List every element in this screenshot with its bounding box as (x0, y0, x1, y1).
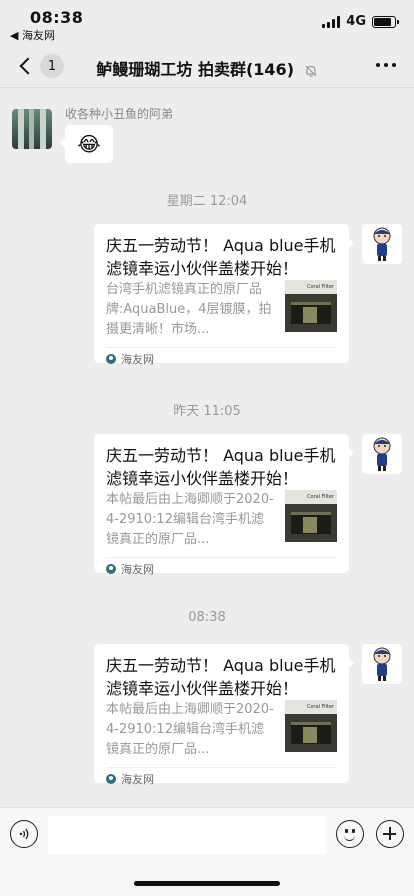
card-title: 庆五一劳动节！ Aqua blue手机滤镜幸运小伙伴盖楼开始！ (106, 236, 336, 278)
card-source: 海友网 (106, 771, 154, 787)
card-description: 本帖最后由上海卿顺于2020-4-2910:12编辑台湾手机滤镜真正的原厂品..… (106, 702, 274, 757)
signal-icon (322, 15, 341, 28)
card-thumbnail: Coral Filter (285, 280, 337, 332)
chat-title-text: 鲈鳗珊瑚工坊 拍卖群(146) (96, 60, 295, 79)
emoji-button[interactable] (336, 820, 364, 848)
ellipsis-icon-dot (392, 63, 396, 67)
card-title: 庆五一劳动节！ Aqua blue手机滤镜幸运小伙伴盖楼开始！ (106, 446, 336, 488)
source-name: 海友网 (121, 563, 154, 576)
home-indicator[interactable] (134, 881, 280, 886)
emoji-icon-mouth (344, 835, 355, 841)
card-source: 海友网 (106, 561, 154, 577)
message-list[interactable]: 收各种小丑鱼的阿弟 😂 星期二 12:04 庆五一劳动节！ Aqua blue手… (0, 89, 414, 807)
card-description: 本帖最后由上海卿顺于2020-4-2910:12编辑台湾手机滤镜真正的原厂品..… (106, 492, 274, 547)
thumbnail-label: Coral Filter (285, 700, 337, 714)
bell-slash-icon (305, 65, 317, 77)
my-avatar[interactable] (362, 644, 402, 684)
cartoon-avatar-icon (373, 227, 391, 261)
card-title: 庆五一劳动节！ Aqua blue手机滤镜幸运小伙伴盖楼开始！ (106, 656, 336, 698)
source-app-icon (106, 564, 116, 574)
card-divider (106, 557, 337, 558)
status-indicators: 4G (322, 14, 399, 29)
battery-level (374, 17, 391, 26)
cartoon-avatar-icon (373, 437, 391, 471)
network-type: 4G (346, 14, 366, 29)
card-description: 台湾手机滤镜真正的原厂品牌:AquaBlue，4层镀膜，拍摄更清晰！市场... (106, 282, 272, 337)
message-input[interactable] (48, 816, 326, 854)
unread-count-badge: 1 (40, 54, 64, 78)
status-bar: 08:38 ◀ 海友网 4G (0, 0, 414, 44)
voice-button[interactable] (10, 820, 38, 848)
emoji-icon-eye (345, 829, 348, 833)
card-divider (106, 347, 337, 348)
my-avatar[interactable] (362, 224, 402, 264)
emoji-icon-eye (352, 829, 355, 833)
card-thumbnail: Coral Filter (285, 700, 337, 752)
plus-button[interactable] (376, 820, 404, 848)
source-app-icon (106, 774, 116, 784)
chat-title: 鲈鳗珊瑚工坊 拍卖群(146) (70, 56, 344, 80)
cartoon-avatar-icon (373, 647, 391, 681)
source-name: 海友网 (121, 773, 154, 786)
back-button[interactable]: 1 (14, 52, 64, 80)
message-timestamp: 星期二 12:04 (166, 194, 248, 209)
thumbnail-label: Coral Filter (285, 280, 337, 294)
emoji-message-bubble[interactable]: 😂 (60, 125, 113, 163)
voice-icon (19, 828, 29, 840)
ellipsis-icon-dot (376, 63, 380, 67)
more-options-button[interactable] (376, 63, 396, 67)
my-avatar[interactable] (362, 434, 402, 474)
link-card[interactable]: 庆五一劳动节！ Aqua blue手机滤镜幸运小伙伴盖楼开始！ 台湾手机滤镜真正… (94, 224, 354, 366)
message-timestamp: 08:38 (188, 610, 226, 625)
link-card[interactable]: 庆五一劳动节！ Aqua blue手机滤镜幸运小伙伴盖楼开始！ 本帖最后由上海卿… (94, 434, 354, 576)
source-app-icon (106, 354, 116, 364)
card-thumbnail: Coral Filter (285, 490, 337, 542)
thumbnail-label: Coral Filter (285, 490, 337, 504)
chat-header: 1 鲈鳗珊瑚工坊 拍卖群(146) (0, 44, 414, 88)
sender-avatar[interactable] (12, 109, 52, 149)
card-divider (106, 767, 337, 768)
link-card[interactable]: 庆五一劳动节！ Aqua blue手机滤镜幸运小伙伴盖楼开始！ 本帖最后由上海卿… (94, 644, 354, 786)
tears-of-joy-emoji: 😂 (77, 132, 101, 156)
sender-name: 收各种小丑鱼的阿弟 (65, 107, 174, 121)
source-name: 海友网 (121, 353, 154, 366)
status-time: 08:38 (30, 8, 84, 27)
message-timestamp: 昨天 11:05 (173, 404, 241, 419)
battery-icon (372, 15, 399, 28)
ellipsis-icon-dot (384, 63, 388, 67)
chevron-left-icon (19, 57, 37, 75)
card-source: 海友网 (106, 351, 154, 367)
back-to-app-link[interactable]: ◀ 海友网 (10, 27, 55, 43)
